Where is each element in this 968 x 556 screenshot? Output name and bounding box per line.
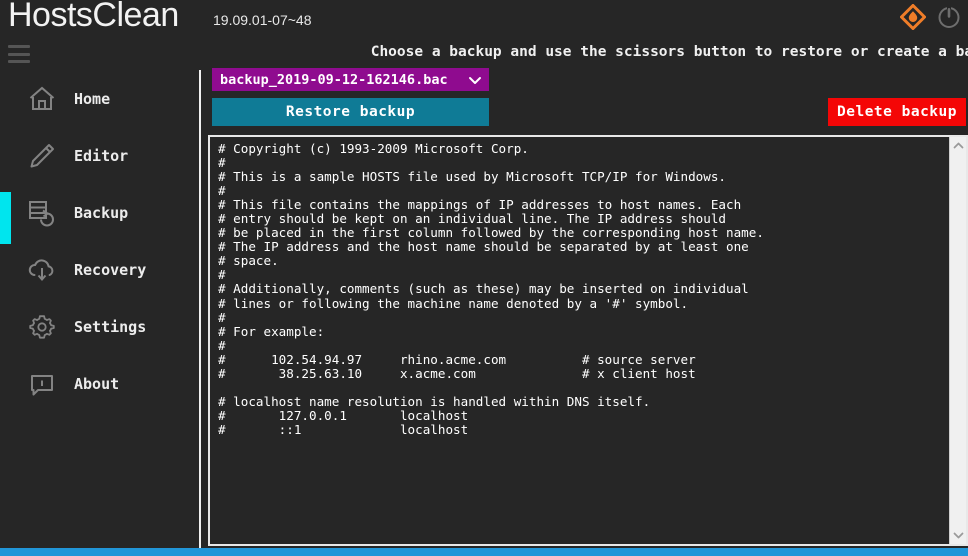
pencil-icon — [22, 136, 62, 176]
chevron-down-icon[interactable] — [950, 527, 967, 544]
sidebar-item-label: About — [74, 374, 120, 393]
active-indicator — [0, 192, 11, 244]
sidebar-item-home[interactable]: Home — [0, 70, 199, 127]
info-bubble-icon — [22, 364, 62, 404]
hamburger-menu-icon[interactable] — [8, 45, 30, 63]
sidebar-item-label: Recovery — [74, 260, 147, 279]
sidebar-item-label: Settings — [74, 317, 147, 336]
database-backup-icon — [22, 193, 62, 233]
title-bar: HostsClean 19.09.01-07~48 — [0, 0, 968, 36]
application-window: HostsClean 19.09.01-07~48 Home Editor Ba… — [0, 0, 968, 556]
sidebar: Home Editor Backup Recovery Settings Abo… — [0, 70, 201, 556]
chevron-down-icon — [467, 72, 483, 88]
delete-backup-button[interactable]: Delete backup — [828, 98, 966, 126]
main-content: Choose a backup and use the scissors but… — [203, 36, 968, 548]
hosts-file-text[interactable]: # Copyright (c) 1993-2009 Microsoft Corp… — [210, 137, 949, 544]
sidebar-item-backup[interactable]: Backup — [0, 184, 199, 244]
hamburger-line — [8, 45, 30, 48]
viewer-scrollbar[interactable] — [949, 137, 966, 544]
cloud-download-icon — [22, 250, 62, 290]
backup-select-value: backup_2019-09-12-162146.bac — [220, 71, 448, 88]
sidebar-item-about[interactable]: About — [0, 355, 199, 412]
app-title: HostsClean — [8, 0, 179, 34]
hosts-file-viewer: # Copyright (c) 1993-2009 Microsoft Corp… — [208, 135, 968, 546]
chevron-up-icon[interactable] — [950, 137, 967, 154]
app-version-label: 19.09.01-07~48 — [213, 12, 312, 28]
home-icon — [22, 79, 62, 119]
instruction-label: Choose a backup and use the scissors but… — [370, 44, 968, 60]
gear-icon — [22, 307, 62, 347]
hamburger-line — [8, 60, 30, 63]
sidebar-item-label: Backup — [74, 203, 129, 222]
instruction-text: Choose a backup and use the scissors but… — [203, 44, 968, 60]
backup-select[interactable]: backup_2019-09-12-162146.bac — [212, 68, 489, 91]
sidebar-item-settings[interactable]: Settings — [0, 298, 199, 355]
sidebar-item-editor[interactable]: Editor — [0, 127, 199, 184]
restore-backup-button[interactable]: Restore backup — [212, 98, 489, 126]
sidebar-item-label: Home — [74, 89, 111, 108]
power-icon[interactable] — [936, 4, 962, 34]
status-bar — [0, 548, 968, 556]
flame-diamond-logo-icon — [899, 3, 927, 34]
sidebar-item-recovery[interactable]: Recovery — [0, 241, 199, 298]
title-bar-actions — [899, 3, 962, 34]
hamburger-line — [8, 52, 30, 56]
sidebar-item-label: Editor — [74, 146, 129, 165]
